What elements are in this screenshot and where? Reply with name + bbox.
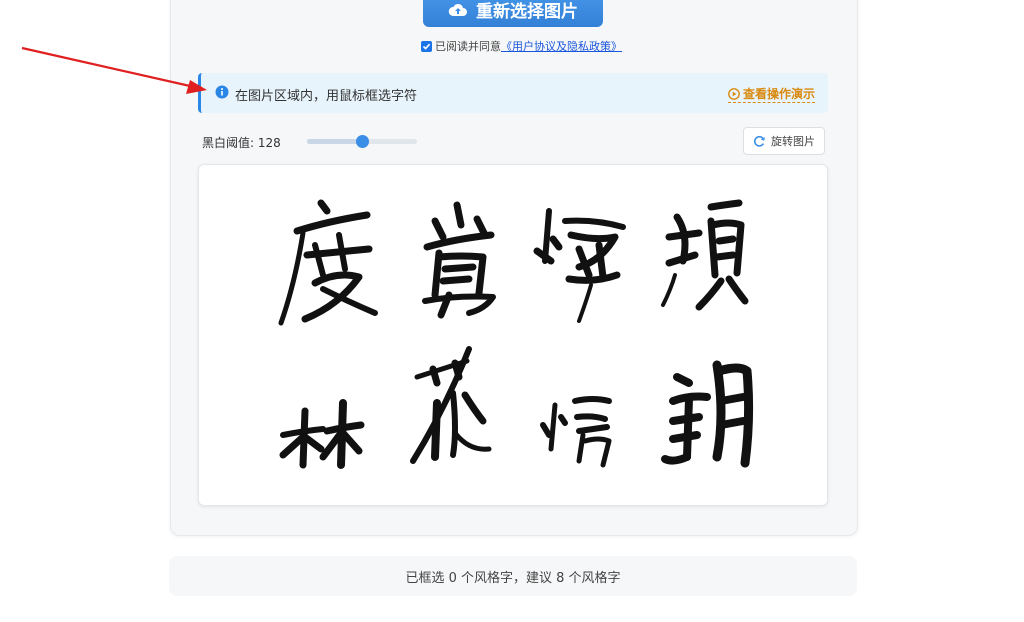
agreement-link[interactable]: 《用户协议及隐私政策》 (501, 38, 622, 54)
view-demo-label: 查看操作演示 (742, 87, 815, 101)
view-demo-link[interactable]: 查看操作演示 (727, 85, 815, 103)
threshold-slider-fill (307, 139, 363, 144)
calligraphy-image (278, 199, 754, 469)
rotate-image-button[interactable]: 旋转图片 (743, 127, 825, 155)
calligraphy-glyph (278, 199, 378, 326)
annotation-arrow-icon (21, 46, 207, 94)
selection-status-text: 已框选 0 个风格字，建议 8 个风格字 (405, 570, 621, 586)
checkbox-checked-icon (422, 43, 431, 50)
calligraphy-glyph (661, 360, 754, 468)
agreement-checkbox[interactable] (421, 40, 432, 52)
calligraphy-glyph (422, 201, 496, 319)
instruction-banner: 在图片区域内，用鼠标框选字符 查看操作演示 (198, 73, 828, 113)
reupload-label: 重新选择图片 (476, 2, 578, 22)
calligraphy-glyph (279, 399, 365, 469)
agreement-text: 已阅读并同意 (435, 40, 501, 53)
image-selection-area[interactable] (198, 164, 828, 506)
selection-status-bar: 已框选 0 个风格字，建议 8 个风格字 (169, 556, 857, 596)
upload-icon (448, 3, 467, 16)
calligraphy-glyph (410, 346, 492, 464)
reupload-button[interactable]: 重新选择图片 (423, 0, 603, 27)
calligraphy-glyph (661, 199, 749, 311)
threshold-label: 黑白阈值: 128 (202, 136, 281, 150)
agreement-row: 已阅读并同意 《用户协议及隐私政策》 (421, 39, 622, 53)
calligraphy-glyph (540, 396, 612, 468)
rotate-image-label: 旋转图片 (771, 135, 815, 148)
calligraphy-glyph (533, 208, 626, 323)
rotate-icon (754, 135, 765, 147)
play-circle-icon (728, 87, 740, 100)
threshold-slider[interactable] (307, 135, 417, 148)
instruction-text: 在图片区域内，用鼠标框选字符 (235, 89, 418, 104)
